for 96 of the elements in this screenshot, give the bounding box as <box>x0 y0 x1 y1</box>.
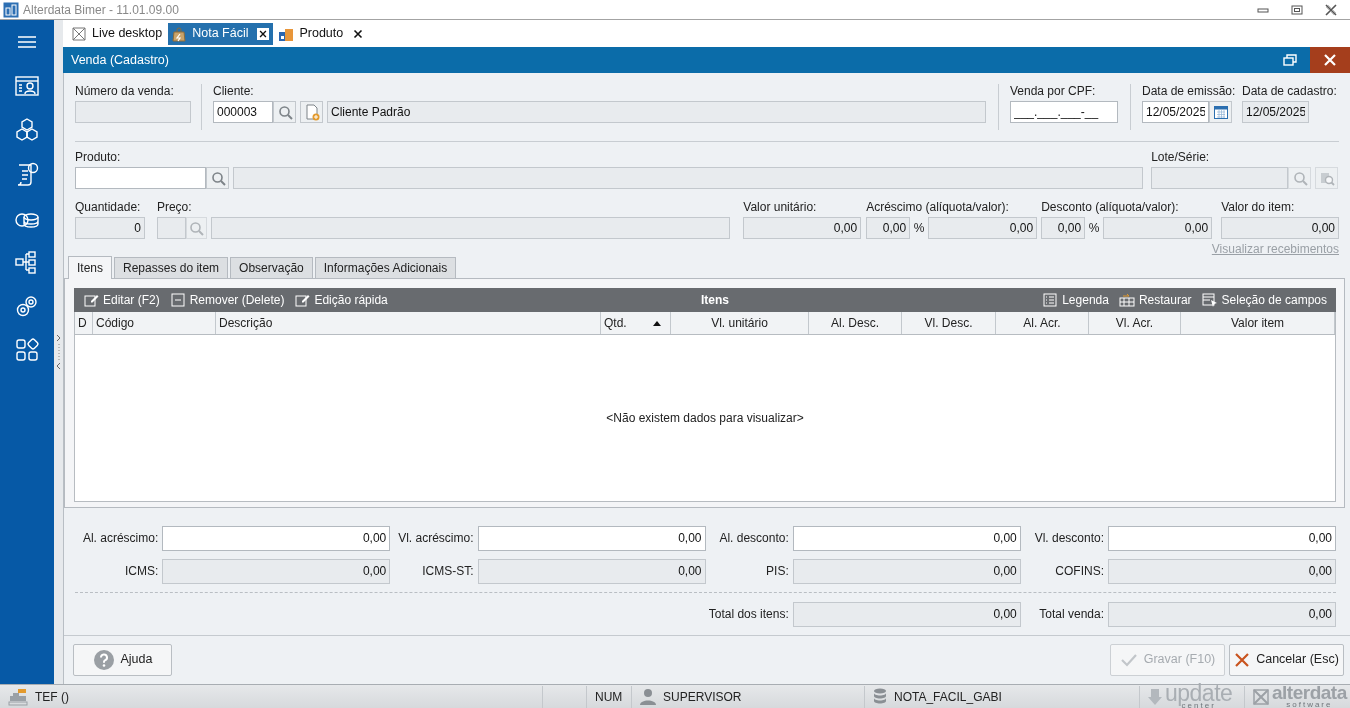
calendar-icon <box>1212 104 1229 120</box>
column-header[interactable]: Descrição <box>216 312 601 334</box>
close-icon[interactable] <box>257 27 270 40</box>
field-label: Vl. acréscimo: <box>397 530 474 548</box>
field-label: Cliente: <box>213 84 255 98</box>
issue-date-field[interactable]: 12/05/2025 <box>1142 101 1209 123</box>
column-header[interactable]: Vl. Desc. <box>902 312 996 334</box>
search-button[interactable] <box>206 167 229 189</box>
form-title: Venda (Cadastro) <box>71 51 170 69</box>
field-label: Número da venda: <box>75 84 175 98</box>
help-button[interactable]: Ajuda <box>73 643 172 676</box>
percent-sign: % <box>912 220 926 237</box>
field-label: Desconto (alíquota/valor): <box>1041 200 1180 214</box>
list-icon <box>1042 292 1059 308</box>
column-header[interactable]: Vl. Acr. <box>1089 312 1181 334</box>
field-label: Total venda: <box>1038 606 1104 624</box>
field-label: Produto: <box>75 150 122 164</box>
window-title: Alterdata Bimer - 11.01.09.00 <box>23 1 180 19</box>
column-header[interactable]: Vl. unitário <box>671 312 809 334</box>
field-label: Valor unitário: <box>743 200 818 214</box>
alterdata-logo-subtitle: software <box>1286 701 1333 708</box>
desktop-icon <box>71 25 87 42</box>
table-icon <box>1118 292 1135 308</box>
column-header[interactable]: Al. Desc. <box>809 312 902 334</box>
field-label: Total dos itens: <box>707 606 789 624</box>
column-header[interactable]: Qtd. <box>601 312 671 334</box>
document-tab[interactable]: Produto <box>275 22 369 45</box>
tab[interactable]: Observação <box>230 257 313 278</box>
minus-box-icon <box>169 292 186 308</box>
restore-button[interactable]: Restaurar <box>1113 289 1197 311</box>
new-client-button[interactable] <box>300 101 323 123</box>
total-field[interactable]: 0,00 <box>1108 525 1336 551</box>
database-name: NOTA_FACIL_GABI <box>894 688 1002 706</box>
field-label: COFINS: <box>1054 563 1104 581</box>
user-icon <box>640 687 656 706</box>
column-header[interactable]: Código <box>93 312 216 334</box>
calendar-button[interactable] <box>1209 101 1232 123</box>
database-icon <box>873 687 887 706</box>
close-icon <box>1234 651 1251 668</box>
close-button[interactable] <box>1310 47 1350 73</box>
help-icon <box>92 648 115 671</box>
column-header[interactable]: Valor item <box>1181 312 1335 334</box>
tab[interactable]: Repasses do item <box>114 257 229 278</box>
product-code-field[interactable] <box>75 167 206 189</box>
field-label: Preço: <box>156 200 193 214</box>
sort-ascending-icon <box>653 320 661 326</box>
grid-title: Itens <box>699 292 730 309</box>
total-field[interactable]: 0,00 <box>162 525 391 551</box>
restore-icon <box>1291 3 1303 16</box>
restore-icon <box>1283 54 1297 66</box>
field-label: PIS: <box>765 563 789 581</box>
cash-register-icon <box>8 687 28 706</box>
empty-message: <Não existem dados para visualizar> <box>606 409 804 427</box>
client-code-field[interactable]: 000003 <box>213 101 273 123</box>
field-label: Acréscimo (alíquota/valor): <box>866 200 1010 214</box>
field-label: Data de cadastro: <box>1242 84 1337 98</box>
cpf-field[interactable]: ___.___.___-__ <box>1010 101 1118 123</box>
contact-card-icon <box>14 73 40 99</box>
alterdata-logo: alterdata <box>1272 685 1347 701</box>
grid-icon <box>14 337 40 363</box>
edit-button[interactable]: Editar (F2) <box>78 289 165 311</box>
tef-status: TEF () <box>35 688 69 706</box>
total-field[interactable]: 0,00 <box>792 525 1021 551</box>
document-tab[interactable]: Nota Fácil <box>168 22 274 45</box>
column-header[interactable]: D <box>75 312 93 334</box>
edit-icon <box>83 292 99 308</box>
cancel-button[interactable]: Cancelar (Esc) <box>1229 643 1344 676</box>
field-label: Quantidade: <box>75 200 142 214</box>
edit-icon <box>294 292 311 308</box>
collapse-handle-icon[interactable] <box>55 334 62 370</box>
field-label: ICMS: <box>123 563 159 581</box>
field-label: ICMS-ST: <box>421 563 474 581</box>
close-icon <box>1325 3 1337 16</box>
document-tab[interactable]: Live desktop <box>68 22 167 45</box>
remove-button[interactable]: Remover (Delete) <box>164 289 290 311</box>
tab[interactable]: Itens <box>68 256 112 279</box>
field-label: Valor do item: <box>1221 200 1296 214</box>
field-label: Venda por CPF: <box>1010 84 1097 98</box>
field-label: Al. desconto: <box>718 530 789 548</box>
quick-edit-button[interactable]: Edição rápida <box>289 289 393 311</box>
close-icon <box>1323 53 1337 67</box>
search-button[interactable] <box>273 101 296 123</box>
shopping-bag-icon <box>171 25 188 42</box>
legend-button[interactable]: Legenda <box>1037 289 1114 311</box>
total-field[interactable]: 0,00 <box>477 525 706 551</box>
field-label: Vl. desconto: <box>1033 530 1104 548</box>
table-cursor-icon <box>1201 292 1218 308</box>
num-lock-status: NUM <box>595 688 623 706</box>
tab[interactable]: Informações Adicionais <box>314 257 457 278</box>
field-selection-button[interactable]: Seleção de campos <box>1196 289 1332 311</box>
percent-sign: % <box>1087 220 1101 237</box>
field-label: Al. acréscimo: <box>81 530 159 548</box>
field-label: Lote/Série: <box>1151 150 1211 164</box>
user-name: SUPERVISOR <box>663 688 742 706</box>
column-header[interactable]: Al. Acr. <box>996 312 1089 334</box>
close-icon[interactable] <box>352 27 365 40</box>
